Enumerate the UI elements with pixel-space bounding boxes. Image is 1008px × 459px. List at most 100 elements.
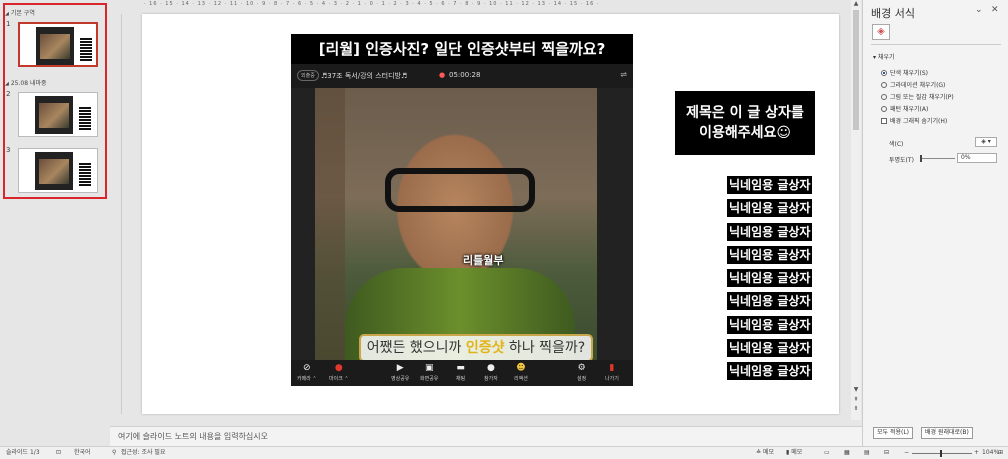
nickname-text-box[interactable]: 닉네임용 글상자 xyxy=(727,292,813,311)
mic-off-icon: ● xyxy=(334,363,343,373)
transparency-slider[interactable] xyxy=(921,158,955,159)
toolbar-screen-share: ▣ 화면공유 xyxy=(420,363,439,382)
spellcheck-icon[interactable]: ⊡ xyxy=(56,447,61,459)
collapse-triangle-icon[interactable]: ◢ xyxy=(5,81,9,87)
transparency-input[interactable]: 0% xyxy=(957,153,997,163)
pane-options-chevron-icon[interactable]: ⌄ xyxy=(975,5,983,15)
radio-pattern-fill[interactable]: 패턴 채우기(A) xyxy=(881,104,928,113)
slideshow-icon[interactable]: ⊟ xyxy=(884,447,889,459)
exit-icon: ▮ xyxy=(609,363,615,373)
normal-view-icon[interactable]: ▭ xyxy=(824,447,830,459)
next-slide-icon[interactable]: ⇟ xyxy=(852,405,860,413)
video-call-screenshot[interactable]: [리월] 인증사진? 일단 인증샷부터 찍을까요? 외출중 ♬37조 독서/강의… xyxy=(291,34,633,386)
subtitle-caption: 어쨌든 했으니까 인증샷 하나 찍을까? xyxy=(359,334,593,360)
scroll-up-icon[interactable]: ▲ xyxy=(852,0,860,8)
color-picker-button[interactable]: ◈ ▾ xyxy=(975,137,997,147)
language-indicator[interactable]: 한국어 xyxy=(74,447,91,459)
slide-number: 1 xyxy=(6,20,11,28)
thumbnail-image xyxy=(35,152,73,190)
nickname-text-box[interactable]: 닉네임용 글상자 xyxy=(727,315,813,334)
scroll-thumb[interactable] xyxy=(853,10,859,130)
zoom-slider-thumb[interactable] xyxy=(940,450,942,457)
title-line-1: 제목은 이 글 상자를 xyxy=(686,105,804,121)
section-header-default[interactable]: ◢ 기본 구역 xyxy=(5,8,35,17)
nickname-text-box[interactable]: 닉네임용 글상자 xyxy=(727,269,813,288)
nickname-text-box[interactable]: 닉네임용 글상자 xyxy=(727,199,813,218)
reading-view-icon[interactable]: ▤ xyxy=(864,447,870,459)
nickname-text-box[interactable]: 닉네임용 글상자 xyxy=(727,176,813,194)
thumbnail-image xyxy=(35,96,73,134)
slide-sorter-icon[interactable]: ▦ xyxy=(844,447,850,459)
toolbar-settings: ⚙ 설정 xyxy=(577,363,587,382)
nickname-text-box[interactable]: 닉네임용 글상자 xyxy=(727,362,813,381)
hide-graphics-checkbox[interactable]: 배경 그래픽 숨기기(H) xyxy=(881,116,947,125)
status-bar: 슬라이드 1/3 ⊡ 한국어 ⚲ 접근성: 조사 필요 ≙ 메모 ▮ 메모 ▭ … xyxy=(0,446,1008,459)
vertical-scrollbar[interactable]: ▲ ▼ ⇞ ⇟ xyxy=(851,0,861,420)
zoom-in-icon[interactable]: + xyxy=(974,447,979,459)
call-timer: 05:00:28 xyxy=(449,71,481,79)
slide-thumbnail-2[interactable] xyxy=(18,92,98,137)
apply-all-button[interactable]: 모두 적용(L) xyxy=(873,427,914,439)
zoom-slider[interactable] xyxy=(912,453,972,454)
radio-solid-fill[interactable]: 단색 채우기(S) xyxy=(881,68,928,77)
toolbar-reaction: ☻ 리액션 xyxy=(514,363,528,382)
radio-picture-fill[interactable]: 그림 또는 질감 채우기(P) xyxy=(881,92,954,101)
zoom-out-icon[interactable]: − xyxy=(904,447,909,459)
slide-canvas[interactable]: [리월] 인증사진? 일단 인증샷부터 찍을까요? 외출중 ♬37조 독서/강의… xyxy=(142,14,839,414)
slide-thumbnail-1[interactable] xyxy=(18,22,98,67)
slide-editing-area: · 16 · 15 · 14 · 13 · 12 · 11 · 10 · 9 ·… xyxy=(110,0,862,426)
format-background-pane: 배경 서식 ⌄ ✕ ◈ ▾ 채우기 단색 채우기(S) 그라데이션 채우기(G)… xyxy=(862,0,1008,446)
slide-notes-input[interactable]: 여기에 슬라이드 노트의 내용을 입력하십시오 xyxy=(110,426,862,446)
video-title: [리월] 인증사진? 일단 인증샷부터 찍을까요? xyxy=(291,34,633,64)
participants-icon: ● xyxy=(486,363,495,373)
nickname-text-box[interactable]: 닉네임용 글상자 xyxy=(727,339,813,358)
collapse-triangle-icon[interactable]: ◢ xyxy=(5,11,9,17)
reset-background-button[interactable]: 배경 원래대로(B) xyxy=(921,427,973,439)
transparency-slider-thumb[interactable] xyxy=(920,155,922,162)
vertical-ruler xyxy=(114,14,122,414)
title-line-2: 이용해주세요☺ xyxy=(699,125,791,141)
fill-section-header[interactable]: ▾ 채우기 xyxy=(873,52,894,61)
accessibility-status[interactable]: 접근성: 조사 필요 xyxy=(121,447,165,459)
video-share-icon: ▶ xyxy=(396,363,404,373)
slide-counter: 슬라이드 1/3 xyxy=(6,449,40,456)
nickname-text-box[interactable]: 닉네임용 글상자 xyxy=(727,245,813,264)
call-top-bar: 외출중 ♬37조 독서/강의 스터디방♬ ● 05:00:28 ⇌ xyxy=(291,64,633,88)
screen-share-icon: ▣ xyxy=(424,363,434,373)
participant-photo: 리틀월부 어쨌든 했으니까 인증샷 하나 찍을까? xyxy=(315,88,597,360)
toolbar-exit: ▮ 나가기 xyxy=(605,363,619,382)
color-label: 색(C) xyxy=(889,141,904,148)
section-header-2508[interactable]: ◢ 25.08 내마중 xyxy=(5,78,47,87)
accessibility-icon[interactable]: ⚲ xyxy=(112,447,116,459)
horizontal-ruler: · 16 · 15 · 14 · 13 · 12 · 11 · 10 · 9 ·… xyxy=(144,1,600,7)
fill-bucket-icon[interactable]: ◈ xyxy=(872,24,890,40)
slide-number: 3 xyxy=(6,146,11,154)
zoom-level[interactable]: 104% xyxy=(982,447,999,459)
reaction-icon: ☻ xyxy=(516,363,526,373)
thumbnail-image xyxy=(36,27,74,65)
call-toolbar: ⊘ 카메라 ⌃ ● 마이크 ⌃ ▶ 영상공유 ▣ 화면공유 ▬ 채팅 ● 참가자 ☻ 리액션 … xyxy=(291,360,633,386)
nickname-text-box[interactable]: 닉네임용 글상자 xyxy=(727,222,813,241)
title-text-box[interactable]: 제목은 이 글 상자를 이용해주세요☺ xyxy=(675,91,815,155)
close-icon[interactable]: ✕ xyxy=(991,5,999,15)
menu-icon: ⇌ xyxy=(620,70,627,79)
thumbnail-text-lines xyxy=(79,107,91,131)
camera-off-icon: ⊘ xyxy=(303,363,311,373)
comments-toggle[interactable]: ▮ 메모 xyxy=(786,447,802,459)
record-icon: ● xyxy=(439,71,446,79)
prev-slide-icon[interactable]: ⇞ xyxy=(852,396,860,404)
radio-gradient-fill[interactable]: 그라데이션 채우기(G) xyxy=(881,80,945,89)
fit-slide-icon[interactable]: ⊞ xyxy=(998,447,1003,459)
nickname-text-box-list: 닉네임용 글상자 닉네임용 글상자 닉네임용 글상자 닉네임용 글상자 닉네임용 글상자… xyxy=(727,176,813,386)
slide-thumbnail-3[interactable] xyxy=(18,148,98,193)
chat-icon: ▬ xyxy=(456,363,465,373)
notes-toggle[interactable]: ≙ 메모 xyxy=(756,447,774,459)
toolbar-video-share: ▶ 영상공유 xyxy=(391,363,410,382)
scroll-down-icon[interactable]: ▼ xyxy=(852,386,860,394)
thumbnail-text-lines xyxy=(79,163,91,187)
powerpoint-window: ◢ 기본 구역 1 ◢ 25.08 내마중 2 3 · 16 · 15 · 14 ·… xyxy=(0,0,1008,459)
section-label: 25.08 내마중 xyxy=(10,80,47,87)
settings-icon: ⚙ xyxy=(577,363,586,373)
glasses-shape xyxy=(385,168,535,212)
room-name: ♬37조 독서/강의 스터디방♬ xyxy=(321,72,408,80)
